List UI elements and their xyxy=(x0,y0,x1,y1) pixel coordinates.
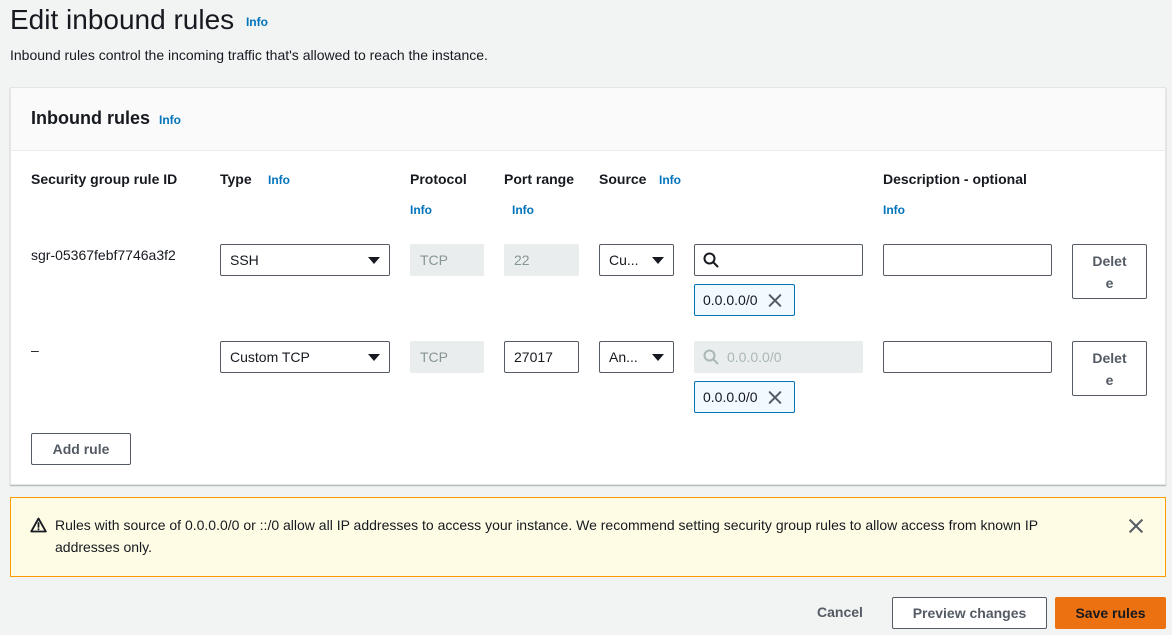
protocol-field: TCP xyxy=(410,341,484,373)
warning-icon xyxy=(30,517,47,533)
warning-alert: Rules with source of 0.0.0.0/0 or ::/0 a… xyxy=(10,497,1166,577)
source-token-label: 0.0.0.0/0 xyxy=(703,389,758,405)
remove-token-icon[interactable] xyxy=(768,390,782,404)
port-range-info-link[interactable]: Info xyxy=(512,203,534,217)
inbound-rules-panel: Inbound rules Info Security group rule I… xyxy=(10,87,1166,485)
delete-rule-button[interactable]: Delete xyxy=(1072,244,1147,299)
caret-down-icon xyxy=(368,353,380,361)
type-select-value: SSH xyxy=(230,252,259,268)
panel-info-link[interactable]: Info xyxy=(159,113,181,127)
page-description: Inbound rules control the incoming traff… xyxy=(10,47,488,63)
type-select[interactable]: SSH xyxy=(220,244,390,276)
source-type-select[interactable]: An... xyxy=(599,341,674,373)
column-header-description: Description - optional xyxy=(883,171,1027,187)
source-search-placeholder: 0.0.0.0/0 xyxy=(727,349,782,365)
delete-rule-button[interactable]: Delete xyxy=(1072,341,1147,396)
column-header-source: Source xyxy=(599,171,647,187)
source-info-link[interactable]: Info xyxy=(659,173,681,187)
description-input[interactable] xyxy=(883,244,1052,276)
source-token: 0.0.0.0/0 xyxy=(694,381,795,413)
description-input[interactable] xyxy=(883,341,1052,373)
panel-title-text: Inbound rules xyxy=(31,108,150,128)
type-info-link[interactable]: Info xyxy=(268,173,290,187)
column-header-rule-id: Security group rule ID xyxy=(31,171,178,187)
description-info-link[interactable]: Info xyxy=(883,203,905,217)
remove-token-icon[interactable] xyxy=(768,293,782,307)
panel-title: Inbound rules Info xyxy=(31,108,181,129)
page-title: Edit inbound rules Info xyxy=(10,4,268,36)
source-search-input: 0.0.0.0/0 xyxy=(694,341,863,373)
source-type-select[interactable]: Cu... xyxy=(599,244,674,276)
source-type-select-value: An... xyxy=(609,349,638,365)
warning-text: Rules with source of 0.0.0.0/0 or ::/0 a… xyxy=(55,517,1038,555)
page-info-link[interactable]: Info xyxy=(246,15,268,29)
column-header-port-range: Port range xyxy=(504,171,575,187)
type-select-value: Custom TCP xyxy=(230,349,310,365)
source-token-label: 0.0.0.0/0 xyxy=(703,292,758,308)
protocol-field: TCP xyxy=(410,244,484,276)
port-range-field: 22 xyxy=(504,244,579,276)
column-header-protocol: Protocol xyxy=(410,171,467,187)
cancel-button[interactable]: Cancel xyxy=(806,596,874,628)
caret-down-icon xyxy=(652,256,664,264)
search-icon xyxy=(703,252,719,268)
column-header-type: Type xyxy=(220,171,252,187)
caret-down-icon xyxy=(368,256,380,264)
page-title-text: Edit inbound rules xyxy=(10,4,235,35)
search-icon xyxy=(703,349,719,365)
save-rules-button[interactable]: Save rules xyxy=(1055,597,1166,629)
port-range-input[interactable]: 27017 xyxy=(504,341,579,373)
add-rule-button[interactable]: Add rule xyxy=(31,433,131,465)
type-select[interactable]: Custom TCP xyxy=(220,341,390,373)
panel-header: Inbound rules Info xyxy=(11,88,1165,151)
preview-changes-button[interactable]: Preview changes xyxy=(892,597,1047,629)
rule-id: sgr-05367febf7746a3f2 xyxy=(31,247,176,263)
source-token: 0.0.0.0/0 xyxy=(694,284,795,316)
rule-id: – xyxy=(31,342,39,358)
source-search-input[interactable] xyxy=(694,244,863,276)
close-icon[interactable] xyxy=(1128,518,1144,534)
caret-down-icon xyxy=(652,353,664,361)
protocol-info-link[interactable]: Info xyxy=(410,203,432,217)
source-type-select-value: Cu... xyxy=(609,252,639,268)
